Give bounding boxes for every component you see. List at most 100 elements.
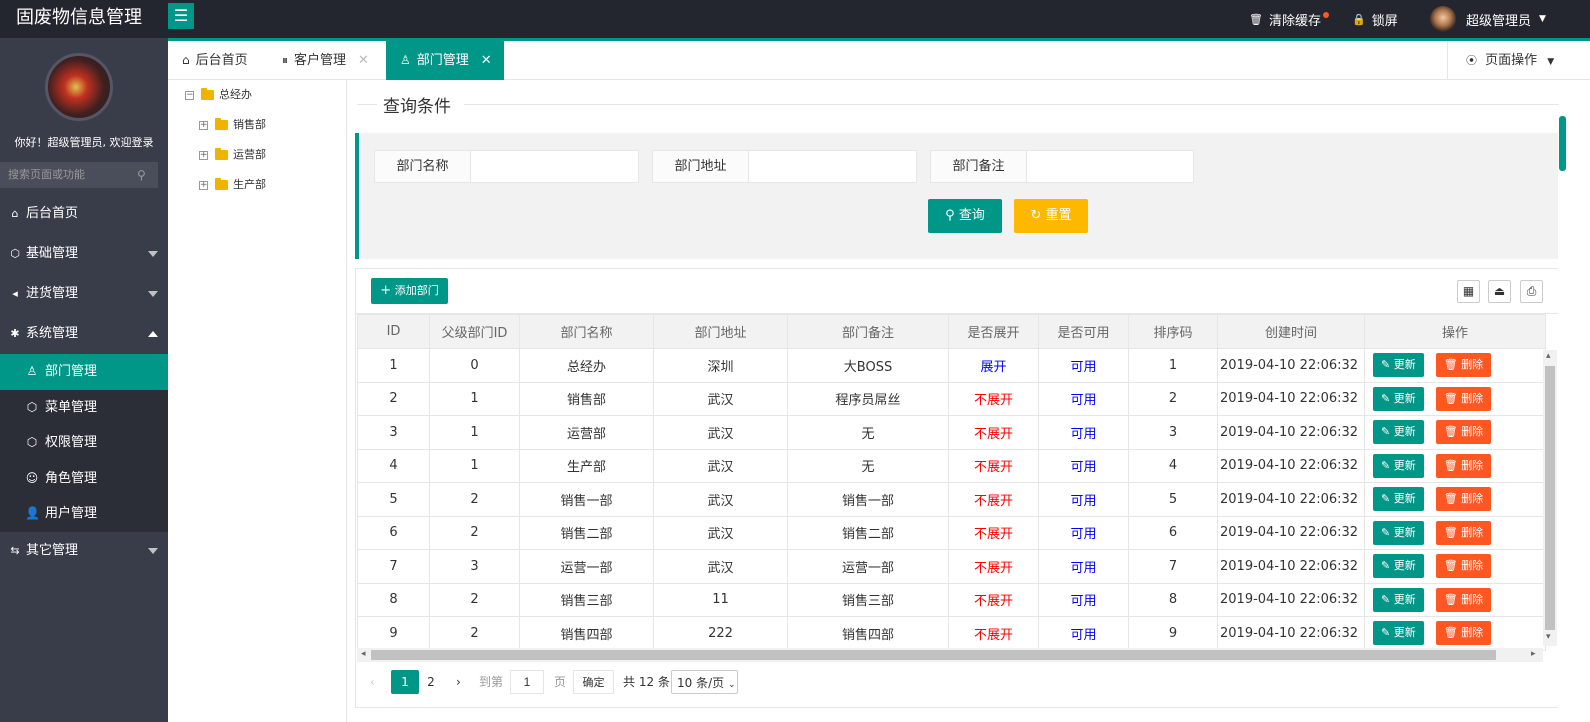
reset-button[interactable]: ↻ 重置 [1014,199,1088,233]
person-icon: 👤 [25,506,40,521]
sidebar-subitem-user[interactable]: 👤 用户管理 [0,496,168,532]
delete-button[interactable]: 🗑 删除 [1435,621,1492,646]
scroll-up-icon[interactable]: ▴ [1546,351,1551,361]
tree-node-child[interactable]: + 运营部 [199,147,266,163]
page-scroll-thumb[interactable] [1559,116,1566,171]
page-scrollbar[interactable] [1558,110,1568,722]
add-department-button[interactable]: + 添加部门 [371,278,448,304]
next-page-icon[interactable]: › [456,670,461,694]
menu-toggle-button[interactable]: ☰ [168,3,194,29]
table-row[interactable]: 6 2 销售二部 武汉 销售二部 不展开 可用 6 2019-04-10 22:06:32 ✎ 更… [357,515,1546,550]
clear-cache-button[interactable]: 🗑 清除缓存 [1249,0,1329,38]
lock-screen-button[interactable]: 🔒 锁屏 [1352,0,1398,38]
delete-button[interactable]: 🗑 删除 [1435,487,1492,512]
column-header[interactable]: 是否可用 [1038,314,1129,349]
tree-node-child[interactable]: + 生产部 [199,177,266,193]
update-button[interactable]: ✎ 更新 [1373,386,1424,411]
column-header[interactable]: 部门名称 [519,314,654,349]
table-row[interactable]: 5 2 销售一部 武汉 销售一部 不展开 可用 5 2019-04-10 22:06:32 ✎ 更… [357,482,1546,517]
update-button[interactable]: ✎ 更新 [1373,621,1424,646]
column-header[interactable]: 父级部门ID [429,314,520,349]
fieldset-line [357,104,377,105]
update-button[interactable]: ✎ 更新 [1373,554,1424,579]
column-header[interactable]: ID [357,314,430,349]
sidebar-search-input[interactable]: 搜索页面或功能 [0,162,158,188]
update-button[interactable]: ✎ 更新 [1373,520,1424,545]
update-button[interactable]: ✎ 更新 [1373,420,1424,445]
table-row[interactable]: 3 1 运营部 武汉无不展开 可用 3 2019-04-10 22:06:32 ✎ 更新 🗑 删… [357,415,1546,450]
sidebar-item-purchase[interactable]: ◂ 进货管理 [0,274,168,314]
app-title: 固废物信息管理 [16,7,142,28]
delete-button[interactable]: 🗑 删除 [1435,353,1492,378]
expand-icon[interactable]: + [199,120,208,130]
update-button[interactable]: ✎ 更新 [1373,353,1424,378]
scroll-left-icon[interactable]: ◂ [361,649,366,659]
table-row[interactable]: 8 2 销售三部 11 销售三部 不展开 可用 8 2019-04-10 22:06:32 ✎ 更… [357,582,1546,617]
sidebar-item-basic[interactable]: ⬡ 基础管理 [0,234,168,274]
column-header[interactable]: 部门地址 [653,314,788,349]
delete-button[interactable]: 🗑 删除 [1435,587,1492,612]
sidebar-item-home[interactable]: ⌂ 后台首页 [0,194,168,234]
table-cell: 2 [429,482,520,517]
table-cell: 1 [429,381,520,416]
update-button[interactable]: ✎ 更新 [1373,587,1424,612]
tab-home[interactable]: ⌂ 后台首页 [168,41,268,80]
delete-button[interactable]: 🗑 删除 [1435,554,1492,579]
table-row[interactable]: 2 1 销售部 武汉 程序员屌丝 不展开 可用 2 2019-04-10 22:06:32 ✎ 更… [357,381,1546,416]
tree-node-root[interactable]: − 总经办 [185,87,252,103]
goto-page-input[interactable] [510,670,544,694]
sidebar-subitem-menu[interactable]: ⬡ 菜单管理 [0,389,168,425]
delete-button[interactable]: 🗑 删除 [1435,520,1492,545]
subitem-label: 角色管理 [45,470,98,486]
page-size-select[interactable]: 10 条/页 ⌄ [671,670,738,694]
hamburger-icon: ☰ [173,6,189,25]
search-button[interactable]: ⚲ 查询 [928,199,1002,233]
columns-filter-icon[interactable]: ▦ [1457,280,1480,303]
page-button-current[interactable]: 1 [391,670,419,694]
delete-button[interactable]: 🗑 删除 [1435,453,1492,478]
dept-address-input[interactable] [749,150,917,183]
delete-button[interactable]: 🗑 删除 [1435,386,1492,411]
sidebar-subitem-role[interactable]: ☺ 角色管理 [0,460,168,496]
prev-page-icon[interactable]: ‹ [370,670,375,694]
column-header[interactable]: 是否展开 [948,314,1039,349]
user-menu[interactable]: 超级管理员 ▼ [1430,0,1546,38]
update-button[interactable]: ✎ 更新 [1373,487,1424,512]
column-header[interactable]: 创建时间 [1217,314,1365,349]
sidebar-subitem-department[interactable]: ♙ 部门管理 [0,354,168,390]
horizontal-scroll-thumb[interactable] [371,650,1496,660]
user-icon: ♙ [26,364,38,379]
dept-remark-input[interactable] [1027,150,1194,183]
dept-name-input[interactable] [471,150,639,183]
sidebar-item-other[interactable]: ⇆ 其它管理 [0,531,168,571]
goto-confirm-button[interactable]: 确定 [573,670,614,694]
table-row[interactable]: 7 3 运营一部 武汉 运营一部 不展开 可用 7 2019-04-10 22:06:32 ✎ 更… [357,549,1546,584]
print-icon[interactable]: ⎙ [1520,280,1543,303]
sidebar-item-system[interactable]: ✱ 系统管理 [0,314,168,354]
scroll-right-icon[interactable]: ▸ [1531,649,1536,659]
export-icon[interactable]: ⏏ [1488,280,1511,303]
column-header[interactable]: 排序码 [1128,314,1218,349]
expand-icon[interactable]: + [199,150,208,160]
collapse-icon[interactable]: − [185,90,194,100]
close-icon[interactable]: ✕ [481,41,492,80]
table-row[interactable]: 1 0 总经办 深圳 大BOSS 展开 可用 1 2019-04-10 22:06:32 ✎ 更新… [357,348,1546,383]
page-button[interactable]: 2 [421,670,441,694]
sidebar-subitem-permission[interactable]: ⬡ 权限管理 [0,425,168,461]
page-operations-dropdown[interactable]: ⦿ 页面操作 ▼ [1447,41,1567,80]
tab-customer[interactable]: ⏸ 客户管理 ✕ [268,41,386,80]
table-row[interactable]: 9 2 销售四部 222 销售四部 不展开 可用 9 2019-04-10 22:06:32 ✎ … [357,616,1546,651]
column-header[interactable]: 部门备注 [787,314,949,349]
delete-button[interactable]: 🗑 删除 [1435,420,1492,445]
table-row[interactable]: 4 1 生产部 武汉无不展开 可用 4 2019-04-10 22:06:32 ✎ 更新 🗑 删… [357,448,1546,483]
table-cell: 2019-04-10 22:06:32 [1217,381,1365,416]
close-icon[interactable]: ✕ [358,41,369,80]
search-icon[interactable]: ⚲ [137,168,146,182]
tree-node-child[interactable]: + 销售部 [199,117,266,133]
delete-label: 删除 [1461,391,1484,405]
expand-icon[interactable]: + [199,180,208,190]
vertical-scroll-thumb[interactable] [1545,366,1555,630]
tab-department[interactable]: ♙ 部门管理 ✕ [386,41,504,80]
update-button[interactable]: ✎ 更新 [1373,453,1424,478]
scroll-down-icon[interactable]: ▾ [1546,632,1551,642]
